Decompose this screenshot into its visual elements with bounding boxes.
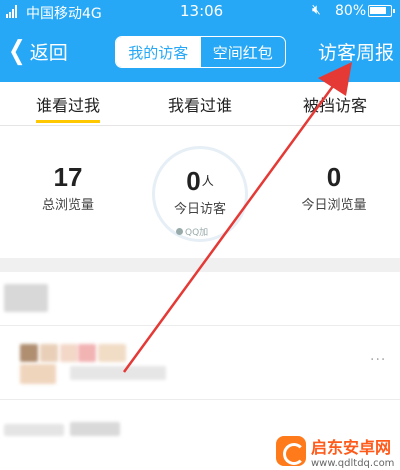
back-button[interactable]: ❮ 返回: [6, 36, 68, 66]
today-views-label: 今日浏览量: [301, 198, 367, 213]
today-views-value: 0: [326, 162, 342, 192]
app-header: 中国移动4G 13:06 🔇︎ 80% ❮ 返回 我的访客 空间红包 访客周报: [0, 0, 400, 82]
tab-who-i-viewed[interactable]: 我看过谁: [168, 82, 232, 126]
blurred-avatar: [40, 344, 58, 362]
segment-space-redpacket[interactable]: 空间红包: [201, 37, 286, 67]
blurred-nickname: [4, 424, 64, 436]
blurred-avatar: [20, 364, 56, 384]
blurred-avatar: [78, 344, 96, 362]
visitor-weekly-report-button[interactable]: 访客周报: [318, 38, 394, 65]
status-time: 13:06: [180, 2, 224, 20]
list-item[interactable]: ···: [0, 326, 400, 400]
qq-badge-text: QQ加: [185, 227, 209, 238]
stat-today-views: 0 今日浏览量: [274, 162, 394, 213]
visitor-tabs: 谁看过我 我看过谁 被挡访客: [0, 82, 400, 126]
today-visitors-label: 今日访客: [173, 202, 226, 217]
stats-panel: 17 总浏览量 0人 今日访客 QQ加 0 今日浏览量: [0, 126, 400, 258]
watermark-name: 启东安卓网: [311, 437, 392, 457]
today-visitors-unit: 人: [201, 174, 214, 188]
watermark-logo-icon: [276, 436, 306, 466]
blurred-avatar: [20, 344, 38, 362]
total-views-value: 17: [53, 162, 83, 192]
watermark-url: www.qdltdq.com: [311, 457, 395, 469]
blurred-avatar: [4, 284, 48, 312]
blurred-nickname: [70, 366, 166, 380]
blurred-avatar: [60, 344, 78, 362]
tab-blocked-visitors[interactable]: 被挡访客: [303, 82, 367, 126]
site-watermark: 启东安卓网 www.qdltdq.com: [276, 432, 400, 470]
blurred-nickname: [70, 422, 120, 436]
qq-icon: [176, 227, 183, 235]
battery-percent: 80%: [335, 3, 367, 19]
back-label: 返回: [29, 41, 68, 64]
carrier-name: 中国移动4G: [26, 6, 102, 22]
status-bar: 中国移动4G 13:06 🔇︎ 80%: [0, 0, 400, 24]
list-item[interactable]: [0, 272, 400, 326]
mute-icon: 🔇︎: [312, 2, 321, 18]
battery-icon: [368, 5, 395, 17]
blurred-avatar: [98, 344, 126, 362]
segmented-control: 我的访客 空间红包: [115, 36, 286, 68]
more-options-icon[interactable]: ···: [370, 352, 386, 368]
today-visitors-value: 0: [186, 166, 201, 196]
segment-my-visitors[interactable]: 我的访客: [116, 37, 201, 67]
qq-badge: QQ加: [176, 225, 209, 238]
tab-who-viewed-me[interactable]: 谁看过我: [36, 82, 101, 126]
chevron-left-icon: ❮: [8, 36, 26, 66]
stat-today-visitors: 0人 今日访客: [150, 166, 250, 217]
signal-icon: [6, 5, 20, 18]
stat-total-views: 17 总浏览量: [8, 162, 128, 213]
total-views-label: 总浏览量: [41, 198, 94, 213]
